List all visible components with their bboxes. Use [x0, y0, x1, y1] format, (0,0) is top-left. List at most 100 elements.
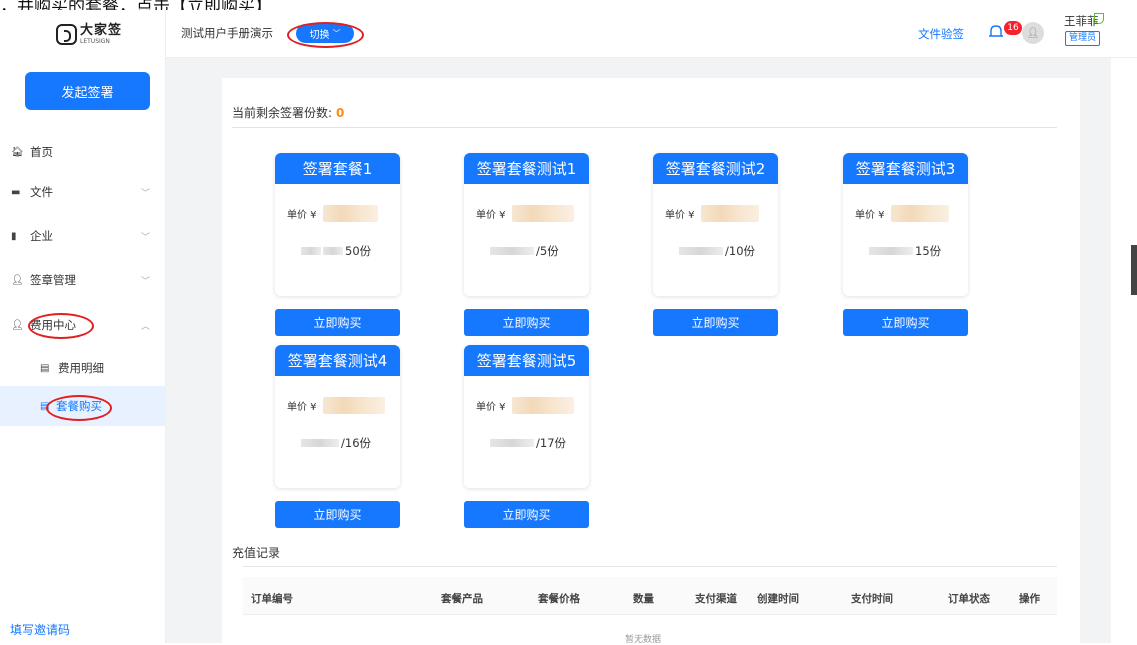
sidebar-item-label: 费用明细 [58, 361, 104, 375]
buy-now-button[interactable]: 立即购买 [653, 309, 778, 336]
sidebar-item-label: 签章管理 [30, 273, 76, 287]
package-price: 单价 ¥ [287, 205, 378, 222]
buy-now-button[interactable]: 立即购买 [464, 501, 589, 528]
package-title: 签署套餐测试1 [464, 153, 589, 184]
remaining-label: 当前剩余签署份数: [232, 106, 333, 120]
quantity-label: 15份 [915, 244, 942, 258]
package-card: 签署套餐测试1 单价 ¥ /5份 [464, 153, 589, 296]
blurred-price [511, 205, 574, 222]
invite-code-link[interactable]: 填写邀请码 [10, 621, 70, 638]
chevron-up-icon: ︿ [141, 321, 151, 332]
column-header: 操作 [1019, 593, 1040, 605]
package-quantity: /5份 [490, 243, 559, 259]
sidebar-item-label: 企业 [30, 229, 53, 243]
column-header: 创建时间 [757, 593, 799, 605]
package-quantity: 50份 [301, 243, 371, 259]
blurred-text [490, 439, 534, 447]
price-label: 单价 ¥ [287, 402, 317, 413]
sidebar-item-files[interactable]: ▬ 文件 ﹀ [0, 174, 166, 210]
package-card: 签署套餐测试5 单价 ¥ /17份 [464, 345, 589, 488]
package-quantity: /17份 [490, 435, 566, 451]
column-header: 套餐产品 [441, 593, 483, 605]
document-icon: ▤ [40, 362, 50, 374]
sidebar-item-label: 文件 [30, 185, 53, 199]
avatar[interactable]: 👤︎ [1022, 22, 1044, 44]
folder-icon: ▬ [11, 186, 21, 198]
building-icon: ▮ [11, 230, 17, 242]
file-verify-link[interactable]: 文件验签 [918, 26, 964, 42]
price-label: 单价 ¥ [665, 210, 695, 221]
bell-icon[interactable] [988, 24, 1004, 40]
package-card: 签署套餐测试3 单价 ¥ 15份 [843, 153, 968, 296]
package-quantity: /10份 [679, 243, 755, 259]
price-label: 单价 ¥ [476, 402, 506, 413]
blurred-text [869, 247, 913, 255]
remaining-number: 0 [336, 106, 345, 120]
quantity-label: /5份 [536, 244, 559, 258]
instruction-caption: ，并购买的套餐，点击【立即购买】 [0, 0, 272, 17]
buy-now-button[interactable]: 立即购买 [843, 309, 968, 336]
logo: 大家签 LETUSIGN [56, 24, 122, 45]
buy-now-button[interactable]: 立即购买 [275, 309, 400, 336]
quantity-label: /17份 [536, 436, 567, 450]
buy-now-button[interactable]: 立即购买 [275, 501, 400, 528]
column-header: 订单状态 [948, 593, 990, 605]
blurred-price [322, 397, 385, 414]
notification-badge: 16 [1004, 21, 1022, 35]
divider [243, 566, 1057, 567]
package-card: 签署套餐测试2 单价 ¥ /10份 [653, 153, 778, 296]
records-table-header: 订单编号 套餐产品 套餐价格 数量 支付渠道 创建时间 支付时间 订单状态 操作 [243, 577, 1057, 615]
blurred-price [700, 205, 759, 222]
chevron-down-icon: ﹀ [141, 232, 151, 243]
annotation-circle-package [46, 395, 112, 421]
quantity-label: 50份 [345, 244, 372, 258]
quantity-label: /16份 [341, 436, 372, 450]
price-label: 单价 ¥ [855, 210, 885, 221]
sidebar-item-seal-management[interactable]: 👤︎ 签章管理 ﹀ [0, 262, 166, 298]
logo-icon [56, 24, 77, 45]
package-title: 签署套餐测试3 [843, 153, 968, 184]
package-price: 单价 ¥ [665, 205, 759, 222]
package-price: 单价 ¥ [287, 397, 385, 414]
project-name: 测试用户手册演示 [181, 26, 273, 40]
role-badge: 管理员 [1065, 31, 1101, 46]
blurred-text [301, 247, 321, 255]
price-label: 单价 ¥ [476, 210, 506, 221]
package-title: 签署套餐1 [275, 153, 400, 184]
remaining-count: 当前剩余签署份数: 0 [232, 104, 344, 121]
blurred-price [511, 397, 574, 414]
package-price: 单价 ¥ [855, 205, 949, 222]
column-header: 套餐价格 [538, 593, 580, 605]
price-label: 单价 ¥ [287, 210, 317, 221]
sidebar-item-home[interactable]: 🏠︎ 首页 [0, 134, 166, 170]
logo-name: 大家签 [80, 23, 123, 38]
package-quantity: 15份 [869, 243, 941, 259]
logo-subtitle: LETUSIGN [80, 38, 110, 45]
annotation-circle-switch [287, 22, 364, 48]
package-title: 签署套餐测试5 [464, 345, 589, 376]
verified-shield-icon [1094, 13, 1104, 24]
column-header: 订单编号 [251, 593, 293, 605]
chevron-down-icon: ﹀ [141, 188, 151, 199]
blurred-text [490, 247, 534, 255]
sidebar-item-enterprise[interactable]: ▮ 企业 ﹀ [0, 218, 166, 254]
person-icon: 👤︎ [11, 319, 24, 331]
package-quantity: /16份 [301, 435, 371, 451]
divider [232, 127, 1057, 128]
package-price: 单价 ¥ [476, 397, 574, 414]
quantity-label: /10份 [725, 244, 756, 258]
home-icon: 🏠︎ [11, 146, 24, 158]
package-price: 单价 ¥ [476, 205, 574, 222]
blurred-text [323, 247, 343, 255]
scrollbar[interactable] [1131, 245, 1137, 295]
buy-now-button[interactable]: 立即购买 [464, 309, 589, 336]
blurred-price [322, 205, 378, 222]
sidebar-item-billing-details[interactable]: ▤ 费用明细 [0, 350, 166, 386]
package-card: 签署套餐1 单价 ¥ 50份 [275, 153, 400, 296]
blurred-text [301, 439, 339, 447]
recharge-records-title: 充值记录 [232, 546, 281, 560]
package-title: 签署套餐测试4 [275, 345, 400, 376]
person-icon: 👤︎ [11, 274, 24, 286]
start-signing-button[interactable]: 发起签署 [25, 72, 150, 110]
chevron-down-icon: ﹀ [141, 276, 151, 287]
